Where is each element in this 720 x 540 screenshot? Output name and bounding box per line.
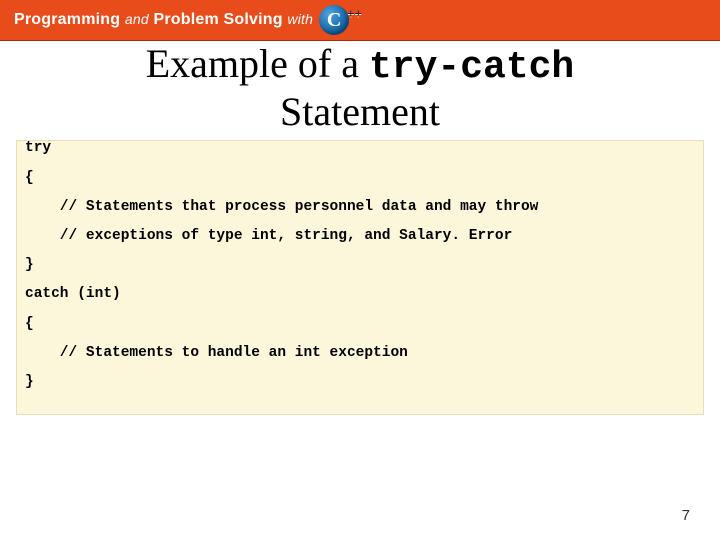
title-mono: try-catch: [369, 46, 574, 89]
code-line: {: [25, 317, 695, 332]
code-line: {: [25, 171, 695, 186]
banner-underline: [0, 40, 720, 41]
code-line: // Statements that process personnel dat…: [25, 200, 695, 215]
banner-and: and: [125, 11, 149, 27]
banner-word-programming: Programming: [14, 11, 120, 28]
cpp-c-icon: C: [319, 5, 349, 35]
page-number: 7: [682, 507, 690, 524]
code-block: try { // Statements that process personn…: [16, 140, 704, 415]
code-line: }: [25, 258, 695, 273]
title-post: Statement: [280, 89, 440, 134]
header-banner: Programming and Problem Solving with C +…: [0, 0, 720, 40]
banner-with: with: [287, 11, 313, 27]
cpp-plus-plus: ++: [347, 6, 362, 22]
title-pre: Example of a: [146, 41, 369, 86]
code-line: }: [25, 375, 695, 390]
slide-title: Example of a try-catch Statement: [0, 42, 720, 134]
banner-word-problem-solving: Problem Solving: [154, 11, 283, 28]
code-line: // Statements to handle an int exception: [25, 346, 695, 361]
code-line: try: [25, 141, 695, 156]
cpp-logo: C ++: [319, 4, 362, 36]
banner-text: Programming and Problem Solving with: [14, 11, 313, 29]
code-line: catch (int): [25, 287, 695, 302]
code-line: // exceptions of type int, string, and S…: [25, 229, 695, 244]
